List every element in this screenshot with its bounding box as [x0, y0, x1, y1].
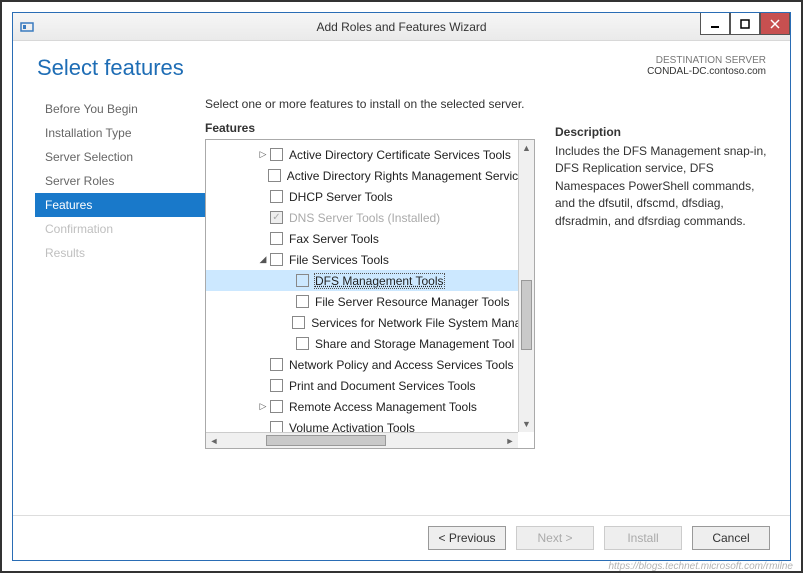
description-text: Includes the DFS Management snap-in, DFS… — [555, 143, 768, 230]
minimize-button[interactable] — [700, 13, 730, 35]
chevron-right-icon[interactable]: ▷ — [256, 401, 270, 412]
checkbox[interactable] — [296, 274, 309, 287]
chevron-right-icon[interactable]: ▷ — [256, 149, 270, 160]
checkbox[interactable] — [296, 337, 309, 350]
tree-item[interactable]: Active Directory Rights Management Servi… — [206, 165, 518, 186]
tree-item-label: Fax Server Tools — [289, 232, 379, 246]
nav-steps: Before You BeginInstallation TypeServer … — [35, 91, 205, 513]
checkbox[interactable] — [270, 190, 283, 203]
previous-button[interactable]: < Previous — [428, 526, 506, 550]
instruction-text: Select one or more features to install o… — [205, 97, 535, 111]
nav-step-features[interactable]: Features — [35, 193, 205, 217]
nav-step-server-selection[interactable]: Server Selection — [35, 145, 205, 169]
nav-step-confirmation: Confirmation — [35, 217, 205, 241]
tree-item-label: Network Policy and Access Services Tools — [289, 358, 514, 372]
app-icon — [19, 19, 35, 35]
close-button[interactable] — [760, 13, 790, 35]
tree-item[interactable]: ▷ Active Directory Certificate Services T… — [206, 144, 518, 165]
cancel-button[interactable]: Cancel — [692, 526, 770, 550]
window-title: Add Roles and Features Wizard — [13, 20, 790, 34]
tree-item-label: File Server Resource Manager Tools — [315, 295, 510, 309]
tree-item[interactable]: Services for Network File System Managem… — [206, 312, 518, 333]
destination-server-box: DESTINATION SERVER CONDAL-DC.contoso.com — [647, 55, 766, 77]
scroll-right-icon[interactable]: ► — [502, 433, 518, 448]
main-area: Select one or more features to install o… — [205, 91, 768, 513]
wizard-window: Add Roles and Features Wizard Select fea… — [12, 12, 791, 561]
nav-step-installation-type[interactable]: Installation Type — [35, 121, 205, 145]
tree-item[interactable]: Volume Activation Tools — [206, 417, 518, 432]
checkbox[interactable] — [270, 358, 283, 371]
tree-item[interactable]: ▷ Remote Access Management Tools — [206, 396, 518, 417]
tree-item-label: Services for Network File System Managem… — [311, 316, 518, 330]
checkbox[interactable] — [270, 232, 283, 245]
scroll-down-icon[interactable]: ▼ — [519, 416, 534, 432]
tree-item[interactable]: Fax Server Tools — [206, 228, 518, 249]
tree-item-label: DHCP Server Tools — [289, 190, 393, 204]
tree-item[interactable]: ◢ File Services Tools — [206, 249, 518, 270]
scroll-up-icon[interactable]: ▲ — [519, 140, 534, 156]
checkbox: ✓ — [270, 211, 283, 224]
tree-item-label: Active Directory Certificate Services To… — [289, 148, 511, 162]
tree-item[interactable]: File Server Resource Manager Tools — [206, 291, 518, 312]
header: Select features DESTINATION SERVER CONDA… — [13, 41, 790, 87]
features-label: Features — [205, 121, 535, 135]
checkbox[interactable] — [270, 253, 283, 266]
install-button[interactable]: Install — [604, 526, 682, 550]
scroll-thumb[interactable] — [521, 280, 532, 350]
checkbox[interactable] — [270, 148, 283, 161]
features-tree[interactable]: ▷ Active Directory Certificate Services T… — [205, 139, 535, 449]
nav-step-before-you-begin[interactable]: Before You Begin — [35, 97, 205, 121]
scroll-left-icon[interactable]: ◄ — [206, 433, 222, 448]
tree-item[interactable]: Print and Document Services Tools — [206, 375, 518, 396]
tree-item-label: DFS Management Tools — [315, 274, 444, 288]
checkbox[interactable] — [270, 379, 283, 392]
checkbox[interactable] — [292, 316, 305, 329]
checkbox[interactable] — [296, 295, 309, 308]
tree-item[interactable]: Network Policy and Access Services Tools — [206, 354, 518, 375]
next-button[interactable]: Next > — [516, 526, 594, 550]
hscroll-thumb[interactable] — [266, 435, 386, 446]
vertical-scrollbar[interactable]: ▲ ▼ — [518, 140, 534, 432]
tree-item-label: DNS Server Tools (Installed) — [289, 211, 440, 225]
tree-item[interactable]: Share and Storage Management Tool — [206, 333, 518, 354]
maximize-button[interactable] — [730, 13, 760, 35]
page-title: Select features — [37, 55, 184, 81]
description-label: Description — [555, 125, 768, 139]
watermark-url: https://blogs.technet.microsoft.com/rmil… — [608, 561, 793, 572]
tree-item[interactable]: DFS Management Tools — [206, 270, 518, 291]
tree-item-label: Active Directory Rights Management Servi… — [287, 169, 518, 183]
features-column: Select one or more features to install o… — [205, 97, 535, 513]
tree-item-label: Remote Access Management Tools — [289, 400, 477, 414]
destination-server: CONDAL-DC.contoso.com — [647, 66, 766, 77]
tree-item[interactable]: ✓ DNS Server Tools (Installed) — [206, 207, 518, 228]
tree-item-label: File Services Tools — [289, 253, 389, 267]
checkbox[interactable] — [270, 421, 283, 432]
nav-step-server-roles[interactable]: Server Roles — [35, 169, 205, 193]
horizontal-scrollbar[interactable]: ◄ ► — [206, 432, 518, 448]
chevron-down-icon[interactable]: ◢ — [256, 254, 270, 265]
checkbox[interactable] — [270, 400, 283, 413]
tree-item-label: Volume Activation Tools — [289, 421, 415, 433]
tree-item[interactable]: DHCP Server Tools — [206, 186, 518, 207]
tree-item-label: Print and Document Services Tools — [289, 379, 476, 393]
checkbox[interactable] — [268, 169, 281, 182]
button-bar: < Previous Next > Install Cancel — [13, 515, 790, 560]
nav-step-results: Results — [35, 241, 205, 265]
tree-item-label: Share and Storage Management Tool — [315, 337, 514, 351]
destination-label: DESTINATION SERVER — [647, 55, 766, 66]
description-column: Description Includes the DFS Management … — [555, 97, 768, 513]
body: Before You BeginInstallation TypeServer … — [13, 87, 790, 515]
titlebar: Add Roles and Features Wizard — [13, 13, 790, 41]
